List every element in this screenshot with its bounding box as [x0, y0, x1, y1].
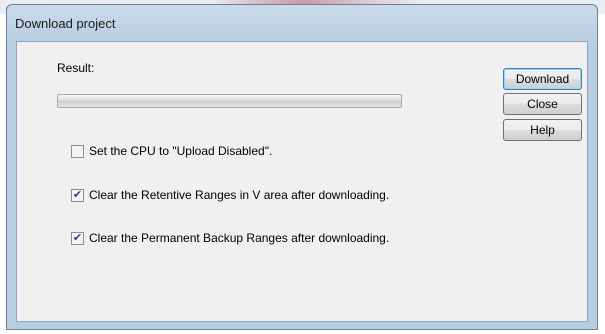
clear-permanent-backup-checkbox[interactable]: ✔	[71, 232, 84, 245]
title-bar[interactable]: Download project	[7, 5, 597, 41]
help-button[interactable]: Help	[503, 119, 582, 141]
clear-retentive-ranges-checkbox[interactable]: ✔	[71, 189, 84, 202]
clear-permanent-backup-label[interactable]: Clear the Permanent Backup Ranges after …	[89, 231, 389, 245]
close-button[interactable]: Close	[503, 93, 582, 115]
upload-disabled-checkbox[interactable]	[71, 145, 84, 158]
download-progress-bar	[57, 94, 402, 108]
upload-disabled-label[interactable]: Set the CPU to "Upload Disabled".	[89, 144, 272, 158]
dialog-title: Download project	[15, 16, 116, 31]
clear-retentive-ranges-label[interactable]: Clear the Retentive Ranges in V area aft…	[89, 188, 389, 202]
download-button[interactable]: Download	[503, 68, 582, 90]
result-label: Result:	[57, 61, 95, 75]
dialog-client-area: Result: Set the CPU to "Upload Disabled"…	[16, 41, 588, 322]
download-project-dialog: Download project Result: Set the CPU to …	[6, 4, 598, 330]
